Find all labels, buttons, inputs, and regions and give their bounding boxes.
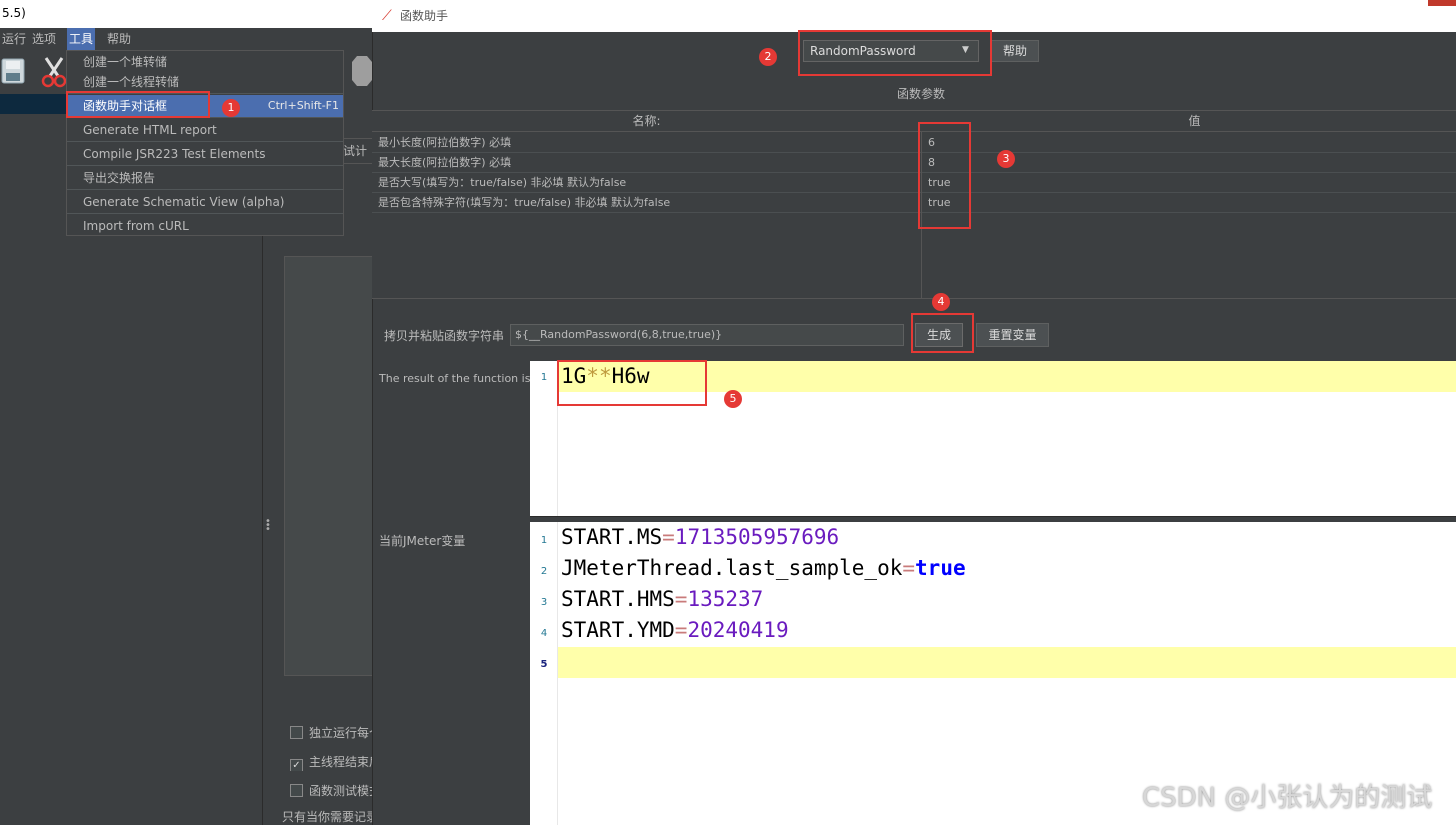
- annotation-box-2: [798, 30, 992, 76]
- menu-item-label: 导出交换报告: [83, 171, 156, 185]
- menu-item-thread-dump[interactable]: 创建一个线程转储: [67, 71, 343, 93]
- checkbox-label: 主线程结束后: [309, 755, 372, 769]
- checkbox-box[interactable]: [290, 726, 303, 739]
- column-header-name[interactable]: 名称:: [372, 111, 921, 131]
- param-name: 最小长度(阿拉伯数字) 必填: [378, 136, 512, 149]
- function-string-label: 拷贝并粘贴函数字符串: [384, 329, 505, 343]
- line-number: 1: [540, 372, 548, 383]
- bg-tab[interactable]: 试计: [342, 138, 374, 164]
- menu-separator: [67, 165, 343, 166]
- line-number: 4: [540, 628, 548, 639]
- var-key: START.HMS: [561, 587, 675, 611]
- annotation-badge-5: 5: [724, 390, 742, 408]
- menu-bar: 运行 选项 工具 帮助: [0, 28, 372, 50]
- checkbox-box-checked[interactable]: ✓: [290, 759, 303, 771]
- menu-item-heap-dump[interactable]: 创建一个堆转储: [67, 51, 343, 73]
- var-value: 1713505957696: [674, 525, 840, 549]
- checkbox-box[interactable]: [290, 784, 303, 797]
- menu-item-label: Compile JSR223 Test Elements: [83, 147, 266, 161]
- checkbox-label: 函数测试模式: [309, 784, 372, 798]
- vars-current-line: [558, 647, 1456, 678]
- stop-icon[interactable]: [350, 54, 372, 88]
- annotation-box-3: [918, 122, 971, 229]
- annotation-box-5: [557, 360, 707, 406]
- checkbox-function-test-mode[interactable]: 函数测试模式: [290, 782, 372, 800]
- table-row[interactable]: 是否包含特殊字符(填写为：true/false) 非必填 默认为false tr…: [372, 193, 1456, 213]
- cut-icon[interactable]: [40, 54, 68, 88]
- menu-item-export-report[interactable]: 导出交换报告: [67, 167, 343, 189]
- help-button[interactable]: 帮助: [991, 40, 1039, 62]
- var-value: 135237: [687, 587, 764, 611]
- menu-item-import-curl[interactable]: Import from cURL: [67, 215, 343, 237]
- jmeter-vars-label: 当前JMeter变量: [379, 534, 466, 548]
- save-icon[interactable]: [0, 56, 26, 86]
- menu-item-label: Import from cURL: [83, 219, 189, 233]
- menu-item-generate-html-report[interactable]: Generate HTML report: [67, 119, 343, 141]
- annotation-badge-3: 3: [997, 150, 1015, 168]
- window-close-strip[interactable]: [1428, 0, 1456, 6]
- line-number: 3: [540, 597, 548, 608]
- annotation-badge-2: 2: [759, 48, 777, 66]
- divider-grip-icon[interactable]: • • •: [265, 517, 271, 535]
- var-key: START.YMD: [561, 618, 675, 642]
- function-string-field[interactable]: ${__RandomPassword(6,8,true,true)}: [510, 324, 904, 346]
- variable-line[interactable]: START.MS=1713505957696: [561, 522, 839, 552]
- annotation-box-1: [66, 91, 210, 118]
- checkbox-run-independently[interactable]: 独立运行每个: [290, 724, 372, 742]
- tools-dropdown-menu: 创建一个堆转储 创建一个线程转储 函数助手对话框 Ctrl+Shift-F1 Ge…: [66, 50, 344, 236]
- annotation-box-4: [911, 313, 974, 353]
- menu-help[interactable]: 帮助: [105, 28, 133, 50]
- params-table-header: 名称: 值: [372, 110, 1456, 132]
- menu-options[interactable]: 选项: [30, 28, 58, 50]
- params-title: 函数参数: [896, 87, 945, 101]
- param-name: 是否包含特殊字符(填写为：true/false) 非必填 默认为false: [378, 196, 671, 209]
- menu-separator: [67, 141, 343, 142]
- var-eq: =: [902, 556, 916, 580]
- table-row[interactable]: 最小长度(阿拉伯数字) 必填 6: [372, 133, 1456, 153]
- menu-item-schematic-view[interactable]: Generate Schematic View (alpha): [67, 191, 343, 213]
- var-eq: =: [674, 618, 688, 642]
- var-key: START.MS: [561, 525, 663, 549]
- menu-item-shortcut: Ctrl+Shift-F1: [267, 99, 339, 112]
- result-label: The result of the function is: [379, 372, 531, 385]
- var-value: true: [915, 556, 966, 580]
- jmeter-feather-icon: ⟋: [382, 8, 392, 24]
- bg-content-box: [284, 230, 374, 676]
- menu-item-compile-jsr223[interactable]: Compile JSR223 Test Elements: [67, 143, 343, 165]
- reset-variables-button[interactable]: 重置变量: [976, 323, 1049, 347]
- menu-run[interactable]: 运行: [0, 28, 28, 50]
- line-number: 1: [540, 535, 548, 546]
- param-name: 是否大写(填写为：true/false) 非必填 默认为false: [378, 176, 627, 189]
- menu-separator: [67, 213, 343, 214]
- dialog-title: 函数助手: [372, 0, 1456, 32]
- var-eq: =: [674, 587, 688, 611]
- line-number: 2: [540, 566, 548, 577]
- annotation-badge-4: 4: [932, 293, 950, 311]
- annotation-badge-1: 1: [222, 99, 240, 117]
- checkbox-label: 独立运行每个: [309, 726, 372, 740]
- variable-line[interactable]: START.HMS=135237: [561, 584, 763, 614]
- watermark: CSDN @小张认为的测试: [1142, 783, 1433, 813]
- line-number: 5: [540, 659, 548, 670]
- main-window-title: 5.5): [0, 0, 372, 28]
- column-header-value[interactable]: 值: [921, 111, 1456, 131]
- menu-item-label: Generate HTML report: [83, 123, 217, 137]
- menu-separator: [67, 189, 343, 190]
- menu-item-label: Generate Schematic View (alpha): [83, 195, 285, 209]
- var-key: JMeterThread.last_sample_ok: [561, 556, 903, 580]
- checkbox-main-thread-end[interactable]: ✓ 主线程结束后: [290, 753, 372, 771]
- variable-line[interactable]: JMeterThread.last_sample_ok=true: [561, 553, 966, 583]
- table-row[interactable]: 是否大写(填写为：true/false) 非必填 默认为false true: [372, 173, 1456, 193]
- var-eq: =: [662, 525, 675, 549]
- table-bottom-border: [372, 298, 1456, 299]
- param-name: 最大长度(阿拉伯数字) 必填: [378, 156, 512, 169]
- menu-item-label: 创建一个堆转储: [83, 55, 168, 69]
- menu-item-label: 创建一个线程转储: [83, 75, 180, 89]
- bg-help-text: 只有当你需要记录: [282, 810, 372, 824]
- table-row[interactable]: 最大长度(阿拉伯数字) 必填 8: [372, 153, 1456, 173]
- var-value: 20240419: [687, 618, 789, 642]
- menu-tools[interactable]: 工具: [67, 28, 96, 50]
- variable-line[interactable]: START.YMD=20240419: [561, 615, 789, 645]
